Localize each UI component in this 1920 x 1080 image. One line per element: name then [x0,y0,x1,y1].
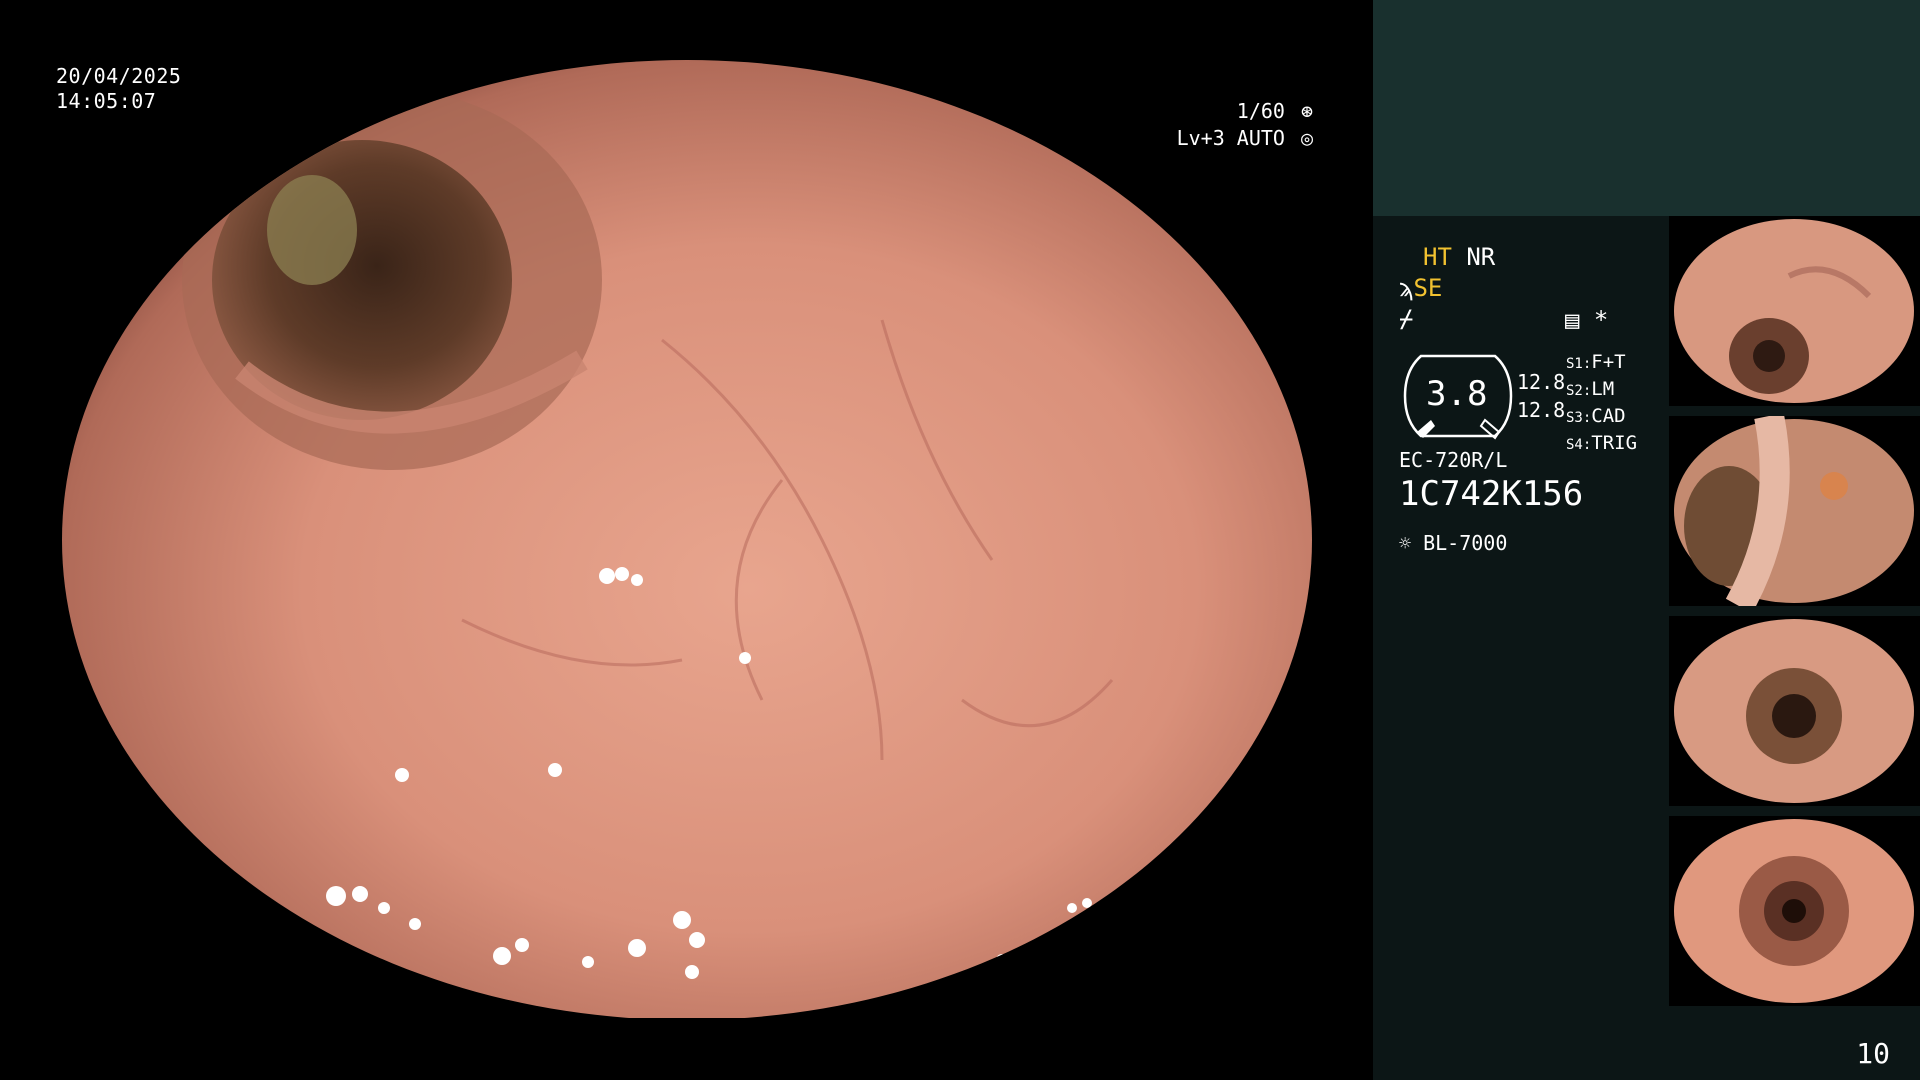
setting-s2: S2:LM [1566,378,1615,400]
asterisk-icon: * [1593,306,1609,334]
shutter-speed: 1/60 [1236,99,1285,123]
thumbnail-3[interactable] [1669,616,1920,806]
date-time-overlay: 20/04/2025 14:05:07 [56,64,181,114]
switch-settings: S1:F+T S2:LM S3:CAD S4:TRIG [1566,350,1637,458]
exposure-level: Lv+3 AUTO [1176,126,1285,150]
light-bulb-icon: ☼ [1399,531,1412,555]
panel-header-area [1373,0,1920,216]
frame-mask-bottom [0,1018,1373,1080]
enhance-icon: ϡ [1399,274,1414,302]
iris-auto-icon: ◎ [1300,126,1314,150]
thumbnail-4[interactable] [1669,816,1920,1006]
scope-serial: 1C742K156 [1399,474,1584,514]
frame-mask-top [0,0,1373,60]
mode-nr: NR [1466,243,1496,271]
exposure-overlay: 1/60 ⊛ Lv+3 AUTO ◎ [1177,98,1317,152]
setting-s1: S1:F+T [1566,351,1626,373]
info-side-panel: HT NR ϡSE ⌿ ▤ * 3.8 12.8 12.8 S1:F+T S2:… [1373,0,1920,1080]
thumbnail-1[interactable] [1669,216,1920,406]
light-source-row: ☼ BL-7000 [1399,531,1507,555]
structure-enhance-row: ϡSE [1399,274,1442,302]
zoom-value: 3.8 [1426,374,1488,414]
freeze-row: ⌿ [1399,305,1413,333]
setting-s4: S4:TRIG [1566,432,1638,454]
endoscopic-image [62,60,1312,1020]
memory-icon: ▤ [1565,306,1580,334]
thumbnail-2[interactable] [1669,416,1920,606]
date-label: 20/04/2025 [56,64,182,88]
zoom-left-value: 12.8 [1517,370,1566,394]
freeze-icon: ⌿ [1399,305,1414,333]
aperture-icon: ⊛ [1300,99,1314,123]
light-source: BL-7000 [1423,531,1508,555]
endoscopy-main-view: 20/04/2025 14:05:07 1/60 ⊛ Lv+3 AUTO ◎ [0,0,1373,1080]
zoom-right-value: 12.8 [1517,398,1566,422]
se-label: SE [1413,274,1443,302]
record-indicator-row: ▤ * [1565,306,1608,334]
mode-ht: HT [1423,243,1452,271]
scope-model: EC-720R/L [1399,448,1508,472]
page-number: 10 [1856,1037,1890,1070]
image-mode-row: HT NR [1423,243,1495,271]
time-label: 14:05:07 [56,89,157,113]
setting-s3: S3:CAD [1566,405,1626,427]
